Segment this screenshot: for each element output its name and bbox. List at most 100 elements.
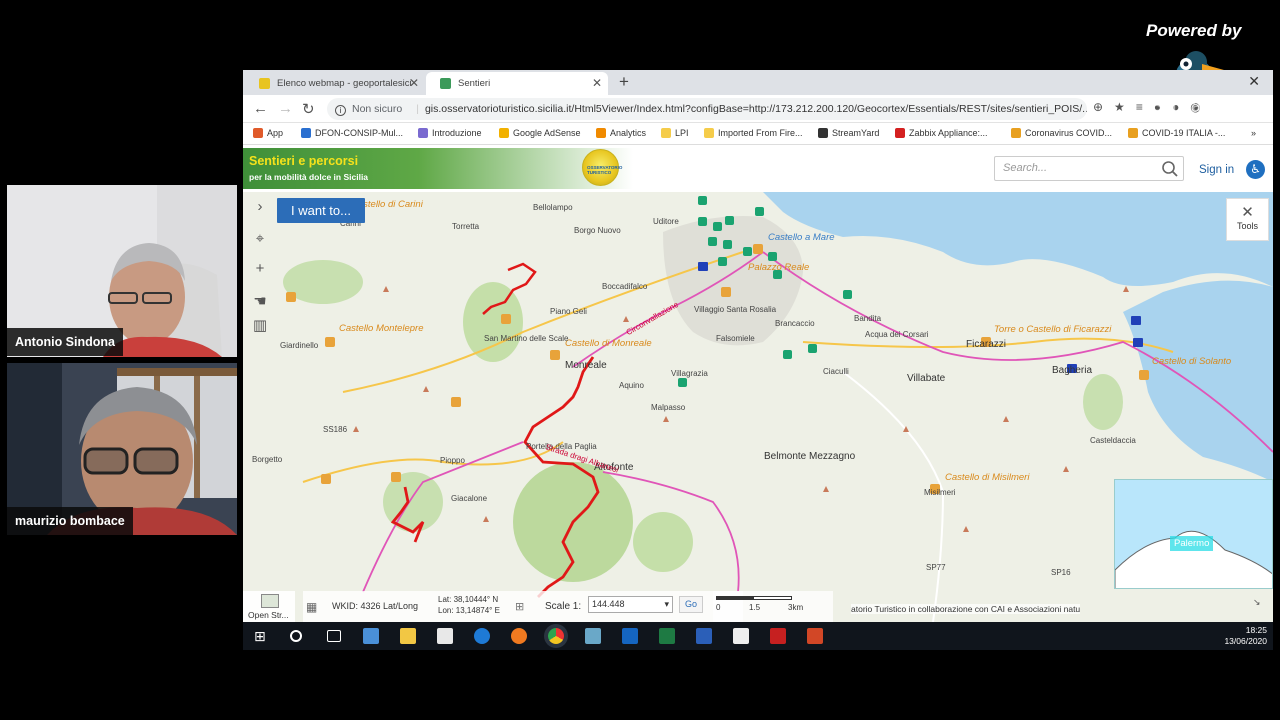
map-label: Castello di Misilmeri [945,472,1030,483]
grid-icon: ▦ [306,600,318,614]
bookmark-label: Imported From Fire... [718,128,803,138]
powerpoint-icon[interactable] [807,628,823,644]
window-close-icon[interactable]: ✕ [1248,73,1260,90]
sign-in-link[interactable]: Sign in [1199,164,1234,176]
bookmark-item[interactable]: LPI [661,128,689,138]
close-tab-icon[interactable]: ✕ [409,72,419,95]
excel-icon[interactable] [659,628,675,644]
tab-favicon [259,78,270,89]
bookmark-label: Coronavirus COVID... [1025,128,1113,138]
basemap-switcher[interactable]: Open Str... [243,591,295,622]
map-label: Borgo Nuovo [574,226,621,235]
windows-start-icon[interactable]: ⊞ [254,628,270,644]
tab-sentieri[interactable]: Sentieri ✕ [426,72,608,95]
bookmark-item[interactable]: COVID-19 ITALIA -... [1128,128,1225,138]
bookmark-item[interactable]: StreamYard [818,128,879,138]
bookmark-book-icon[interactable]: ▥ [248,314,272,338]
map-label: Casteldaccia [1090,436,1136,445]
chrome-icon[interactable] [548,628,564,644]
bookmark-item[interactable]: DFON-CONSIP-Mul... [301,128,403,138]
tab-elenco-webmap[interactable]: Elenco webmap - geoportalesici ✕ [245,72,425,95]
go-button[interactable]: Go [679,596,703,613]
edge-icon[interactable] [474,628,490,644]
tools-button[interactable]: ✕ Tools [1226,198,1269,241]
locate-icon[interactable]: ⌖ [248,227,272,251]
map-label: Torretta [452,222,480,231]
overview-map[interactable]: Palermo [1114,479,1273,589]
bookmark-item[interactable]: Analytics [596,128,646,138]
bookmark-favicon [1011,128,1021,138]
measure-icon[interactable]: ⊞ [515,600,524,613]
map-view[interactable]: Castello di Carini Castello Montelepre C… [243,192,1273,622]
bookmark-label: Google AdSense [513,128,581,138]
accessibility-icon[interactable]: ♿ [1246,160,1265,179]
back-arrow-icon[interactable]: ← [253,100,268,117]
search-icon[interactable] [290,630,302,642]
app-header: Sentieri e percorsi per la mobilità dolc… [243,145,1273,192]
bookmark-item[interactable]: Introduzione [418,128,482,138]
bookmark-label: Zabbix Appliance:... [909,128,988,138]
zoom-in-icon[interactable]: + [248,257,272,281]
map-label: Castello di Solanto [1152,356,1232,367]
mail-icon[interactable] [437,628,453,644]
task-view-icon[interactable] [327,630,341,642]
file-explorer-icon[interactable] [400,628,416,644]
coordinate-bar: ▦ WKID: 4326 Lat/Long Lat: 38,10444° N L… [303,591,743,622]
tools-label: Tools [1236,221,1258,231]
tab-favicon [440,78,451,89]
bookmark-item[interactable]: Coronavirus COVID... [1011,128,1112,138]
scale-select[interactable]: 144.448 ▾ [588,596,673,613]
close-tab-icon[interactable]: ✕ [592,72,602,95]
bookmark-label: LPI [675,128,689,138]
overview-collapse-icon[interactable]: ↘ [1253,597,1261,608]
bookmark-item[interactable]: Imported From Fire... [704,128,803,138]
outlook-icon[interactable] [622,628,638,644]
search-input[interactable]: Search... [994,156,1184,181]
i-want-to-button[interactable]: I want to... [277,198,365,223]
map-label: Castello a Mare [768,232,835,243]
new-tab-icon[interactable]: + [619,72,629,92]
map-label: Piano Geli [550,307,587,316]
bookmark-favicon [818,128,828,138]
bookmark-item[interactable]: Zabbix Appliance:... [895,128,988,138]
scale-bar: 0 1.5 3km [713,591,833,622]
bookmark-favicon [895,128,905,138]
bookmark-item[interactable]: App [253,128,283,138]
map-label: Bagheria [1052,365,1093,376]
map-label: Aquino [619,381,644,390]
map-label: Monreale [565,360,607,371]
app-brand-banner: Sentieri e percorsi per la mobilità dolc… [243,148,633,189]
map-label: Pioppo [440,456,465,465]
expand-panel-icon[interactable]: › [248,195,272,219]
bookmark-item[interactable]: Google AdSense [499,128,581,138]
info-icon[interactable]: i [335,105,346,116]
app-icon[interactable] [585,628,601,644]
app-icon[interactable] [733,628,749,644]
url-text: gis.osservatorioturistico.sicilia.it/Htm… [424,103,1087,115]
pan-hand-icon[interactable]: ☚ [248,290,272,314]
address-separator: | [416,103,419,115]
overview-canvas [1115,530,1272,588]
reload-icon[interactable]: ↻ [302,100,315,118]
map-label: SP77 [926,563,946,572]
acrobat-icon[interactable] [770,628,786,644]
more-bookmarks-icon[interactable]: » [1251,128,1256,138]
forward-arrow-icon[interactable]: → [278,100,293,117]
wkid-label[interactable]: WKID: 4326 Lat/Long [332,601,418,611]
map-label: Ciaculli [823,367,849,376]
map-label: Falsomiele [716,334,755,343]
firefox-icon[interactable] [511,628,527,644]
taskbar-clock[interactable]: 18:25 13/06/2020 [1224,625,1267,647]
folder-icon [661,128,671,138]
bookmark-label: DFON-CONSIP-Mul... [315,128,404,138]
search-icon[interactable] [1161,160,1179,178]
participant-name: Antonio Sindona [7,328,123,356]
word-icon[interactable] [696,628,712,644]
address-bar[interactable]: i Non sicuro | gis.osservatorioturistico.si… [327,98,1087,120]
scale-tick: 3km [788,603,804,612]
store-icon[interactable] [363,628,379,644]
map-label: Uditore [653,217,679,226]
tab-label: Sentieri [458,78,491,89]
scale-bar-graphic [716,596,792,600]
folder-icon [704,128,714,138]
